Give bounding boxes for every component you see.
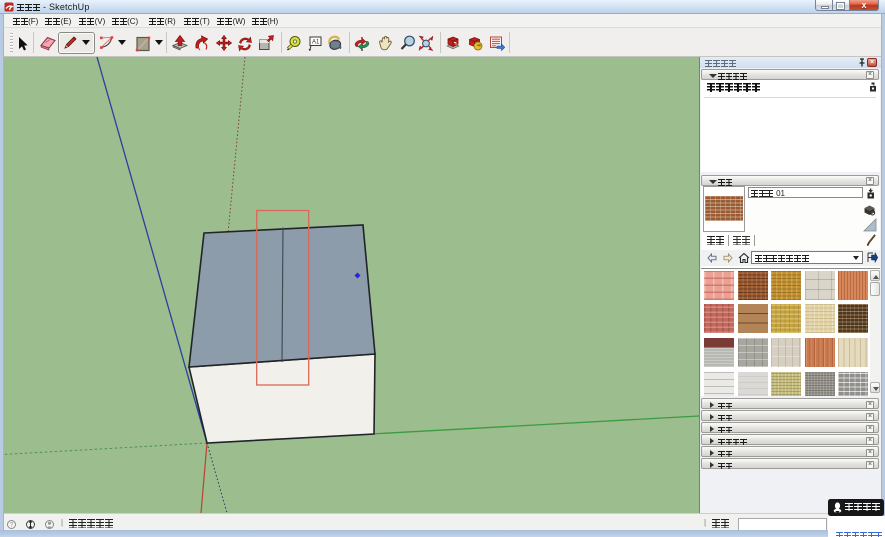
svg-text:A1: A1 — [312, 40, 320, 46]
